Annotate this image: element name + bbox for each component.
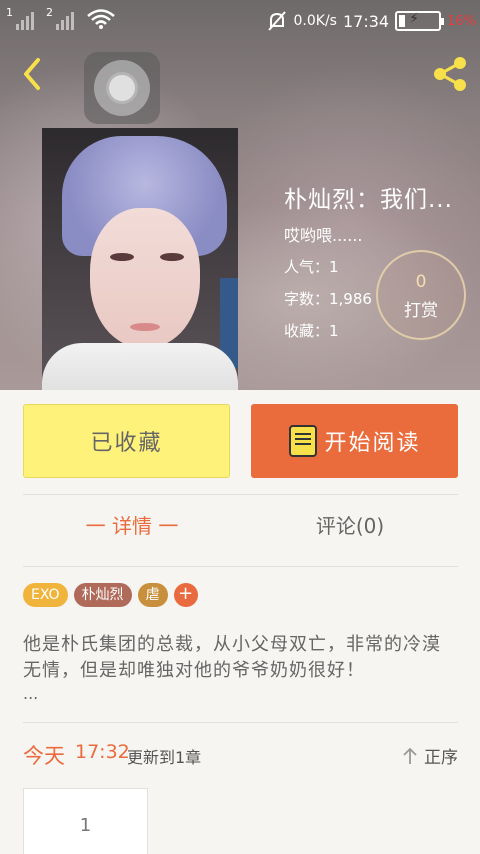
tag-exo[interactable]: EXO: [23, 583, 68, 607]
status-bar: 1 2 0.0K/s 17:34 ⚡ 16%: [0, 0, 480, 38]
reward-label: 打赏: [404, 301, 438, 321]
reward-count: 0: [415, 272, 427, 292]
book-header: 1 2 0.0K/s 17:34 ⚡ 16% 朴灿烈：我们... 哎哟喂....…: [0, 0, 480, 390]
start-reading-label: 开始阅读: [324, 431, 421, 456]
clock: 17:34: [342, 11, 390, 31]
share-icon[interactable]: [430, 54, 470, 94]
book-title: 朴灿烈：我们...: [284, 187, 453, 213]
favorites-count: 收藏：1: [284, 322, 339, 340]
update-text: 更新到1章: [127, 748, 202, 767]
chapter-number: 1: [79, 815, 92, 836]
mute-bell-icon: [267, 11, 286, 31]
book-description: 他是朴氏集团的总裁，从小父母双亡，非常的冷漠无情，但是却唯独对他的爷爷奶奶很好！: [23, 634, 441, 681]
book-icon: [289, 425, 318, 457]
tag-list: EXO 朴灿烈 虐 +: [23, 583, 198, 607]
tab-comments[interactable]: 评论(0): [241, 510, 459, 539]
sim-label: 2: [46, 6, 53, 19]
divider: [23, 722, 458, 723]
divider: [23, 494, 458, 495]
tab-detail[interactable]: 一 详情 一: [23, 510, 241, 539]
floating-assist-button[interactable]: [84, 52, 160, 124]
net-speed: 0.0K/s: [293, 13, 337, 29]
collected-label: 已收藏: [90, 431, 163, 456]
update-info: 今天 17:32 更新到1章 正序: [23, 740, 458, 770]
reward-button[interactable]: 0 打赏: [376, 250, 466, 340]
tag-angst[interactable]: 虐: [137, 583, 168, 607]
battery-icon: ⚡: [395, 11, 445, 31]
book-cover[interactable]: [42, 128, 238, 390]
arrow-up-icon: [403, 747, 417, 764]
popularity-count: 人气：1: [284, 258, 339, 276]
sort-label: 正序: [424, 748, 458, 768]
sort-toggle[interactable]: 正序: [402, 743, 458, 768]
chapter-item[interactable]: 1: [23, 788, 148, 854]
wifi-icon: [87, 9, 115, 29]
back-arrow-icon[interactable]: [14, 54, 54, 94]
description-more[interactable]: ...: [23, 684, 38, 703]
word-count: 字数：1,986: [284, 290, 372, 308]
start-reading-button[interactable]: 开始阅读: [251, 404, 458, 478]
signal-icon: 2: [46, 6, 74, 30]
add-tag-button[interactable]: +: [173, 583, 198, 607]
collected-button[interactable]: 已收藏: [23, 404, 230, 478]
tag-park-chanyeol[interactable]: 朴灿烈: [73, 583, 132, 607]
update-time: 17:32: [75, 741, 130, 763]
book-subtitle: 哎哟喂......: [284, 226, 363, 245]
update-day: 今天: [23, 744, 65, 768]
signal-icon: 1: [6, 6, 34, 30]
battery-percent: 16%: [447, 13, 476, 29]
sim-label: 1: [6, 6, 13, 19]
divider: [23, 566, 458, 567]
